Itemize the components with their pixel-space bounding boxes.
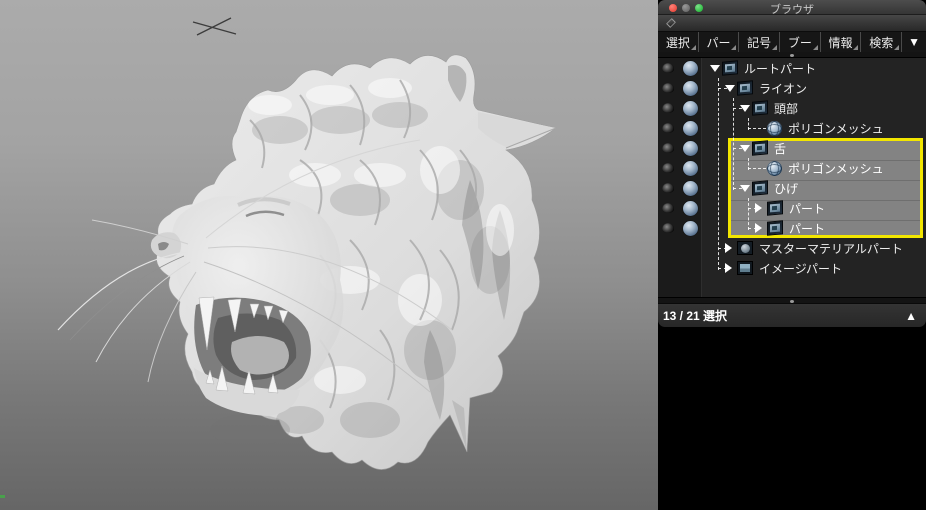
render-flag-icon[interactable] (683, 61, 698, 76)
manipulator-crosshair-icon (193, 18, 236, 35)
expand-arrow-icon[interactable] (710, 65, 722, 72)
tree-row-label[interactable]: 頭部 (774, 100, 798, 117)
tree-row-image-part[interactable]: イメージパート (658, 258, 926, 278)
divider-grip-icon[interactable] (790, 300, 794, 303)
visibility-eye-icon[interactable] (662, 143, 674, 153)
visibility-eye-icon[interactable] (662, 183, 674, 193)
render-flag-icon[interactable] (683, 121, 698, 136)
part-icon (737, 80, 753, 95)
axis-indicator (0, 495, 5, 498)
panel-titlebar[interactable]: ブラウザ (658, 0, 926, 15)
visibility-eye-icon[interactable] (662, 83, 674, 93)
lion-head-model[interactable] (0, 0, 658, 510)
master-material-part-icon (737, 241, 753, 255)
tree-row-root-part[interactable]: ルートパート (658, 58, 926, 78)
render-flag-icon[interactable] (683, 181, 698, 196)
tab-info[interactable]: 情報 (821, 32, 862, 52)
tree-row-label[interactable]: ライオン (759, 80, 807, 97)
tree-row-lion[interactable]: ライオン (658, 78, 926, 98)
divider-grip-icon[interactable] (790, 54, 794, 57)
expand-arrow-icon[interactable] (740, 105, 752, 112)
tab-search[interactable]: 検索 (861, 32, 902, 52)
part-icon (767, 220, 783, 235)
visibility-eye-icon[interactable] (662, 63, 674, 73)
expand-arrow-icon[interactable] (740, 185, 752, 192)
tab-part[interactable]: パー (699, 32, 740, 52)
hierarchy-tree: ルートパート ライオン 頭部 (658, 58, 926, 297)
part-icon (722, 60, 738, 75)
expand-arrow-icon[interactable] (740, 145, 752, 152)
visibility-eye-icon[interactable] (662, 123, 674, 133)
part-icon (752, 140, 768, 155)
visibility-eye-icon[interactable] (662, 163, 674, 173)
visibility-eye-icon[interactable] (662, 203, 674, 213)
collapse-triangle-icon[interactable]: ▲ (905, 309, 917, 323)
polygon-mesh-icon (767, 161, 782, 176)
render-flag-icon[interactable] (683, 101, 698, 116)
tree-row-label[interactable]: イメージパート (759, 260, 842, 277)
tree-row-label[interactable]: パート (789, 220, 825, 237)
tab-symbol[interactable]: 記号 (739, 32, 780, 52)
part-icon (767, 200, 783, 215)
tree-row-part[interactable]: パート (658, 218, 926, 238)
render-flag-icon[interactable] (683, 201, 698, 216)
tree-row-whiskers[interactable]: ひげ (658, 178, 926, 198)
application-window: ブラウザ 選択 パー 記号 ブー 情報 検索 ▼ (0, 0, 926, 510)
tree-row-label[interactable]: ルートパート (744, 60, 816, 77)
collapse-arrow-icon[interactable] (755, 203, 767, 213)
tab-selection[interactable]: 選択 (658, 32, 699, 52)
browser-tab-bar: 選択 パー 記号 ブー 情報 検索 ▼ (658, 32, 926, 52)
tab-boolean[interactable]: ブー (780, 32, 821, 52)
tree-row-label[interactable]: ひげ (774, 180, 798, 197)
polygon-mesh-icon (767, 121, 782, 136)
browser-panel: ブラウザ 選択 パー 記号 ブー 情報 検索 ▼ (658, 0, 926, 510)
collapse-arrow-icon[interactable] (725, 263, 737, 273)
panel-toolbar (658, 15, 926, 32)
part-icon (752, 180, 768, 195)
tree-row-label[interactable]: 舌 (774, 140, 786, 157)
panel-knob-icon[interactable] (666, 18, 676, 28)
tree-row-label[interactable]: ポリゴンメッシュ (788, 120, 884, 137)
tree-row-head[interactable]: 頭部 (658, 98, 926, 118)
tree-row-polygon-mesh[interactable]: ポリゴンメッシュ (658, 118, 926, 138)
render-flag-icon[interactable] (683, 221, 698, 236)
tree-row-label[interactable]: マスターマテリアルパート (759, 240, 903, 257)
render-flag-icon[interactable] (683, 161, 698, 176)
tree-row-polygon-mesh[interactable]: ポリゴンメッシュ (658, 158, 926, 178)
tree-row-master-material-part[interactable]: マスターマテリアルパート (658, 238, 926, 258)
panel-divider[interactable] (658, 297, 926, 304)
collapse-arrow-icon[interactable] (725, 243, 737, 253)
expand-arrow-icon[interactable] (725, 85, 737, 92)
tree-row-tongue[interactable]: 舌 (658, 138, 926, 158)
tab-overflow-menu-icon[interactable]: ▼ (902, 32, 926, 52)
render-flag-icon[interactable] (683, 81, 698, 96)
tree-row-part[interactable]: パート (658, 198, 926, 218)
render-flag-icon[interactable] (683, 141, 698, 156)
collapse-arrow-icon[interactable] (755, 223, 767, 233)
tree-row-label[interactable]: パート (789, 200, 825, 217)
visibility-eye-icon[interactable] (662, 223, 674, 233)
part-icon (752, 100, 768, 115)
image-part-icon (737, 261, 753, 275)
selection-count: 13 / 21 選択 (663, 307, 727, 324)
3d-viewport[interactable] (0, 0, 658, 510)
status-bar: 13 / 21 選択 ▲ (658, 304, 926, 327)
tree-row-label[interactable]: ポリゴンメッシュ (788, 160, 884, 177)
visibility-eye-icon[interactable] (662, 103, 674, 113)
